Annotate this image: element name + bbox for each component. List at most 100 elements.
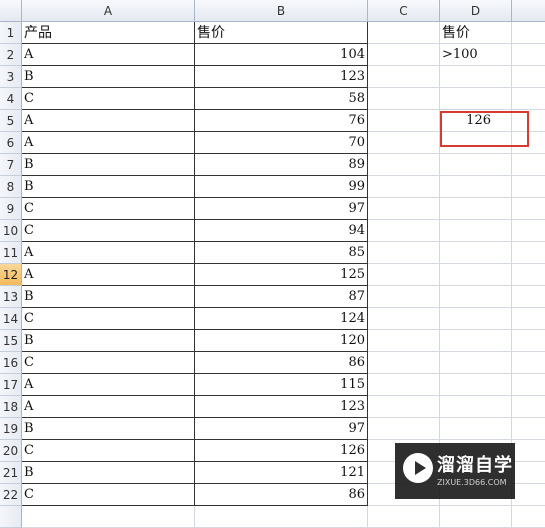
cell-d2-criteria[interactable]: >100 xyxy=(440,44,512,66)
cell-d[interactable] xyxy=(440,66,512,88)
cell-product[interactable]: C xyxy=(22,484,195,506)
row-header[interactable]: 8 xyxy=(0,176,22,198)
cell-price[interactable]: 124 xyxy=(195,308,368,330)
column-header-b[interactable]: B xyxy=(195,0,368,22)
cell-b1-header[interactable]: 售价 xyxy=(195,22,368,44)
cell-b[interactable] xyxy=(195,506,368,528)
row-header[interactable]: 16 xyxy=(0,352,22,374)
cell-product[interactable]: B xyxy=(22,286,195,308)
row-header[interactable]: 20 xyxy=(0,440,22,462)
cell-e[interactable] xyxy=(512,44,545,66)
cell-e[interactable] xyxy=(512,396,545,418)
cell-product[interactable]: C xyxy=(22,88,195,110)
select-all-corner[interactable] xyxy=(0,0,22,22)
cell-a[interactable] xyxy=(22,506,195,528)
cell-price[interactable]: 120 xyxy=(195,330,368,352)
cell-product[interactable]: A xyxy=(22,44,195,66)
cell-price[interactable]: 76 xyxy=(195,110,368,132)
cell-price[interactable]: 104 xyxy=(195,44,368,66)
cell-d[interactable] xyxy=(440,242,512,264)
cell-price[interactable]: 58 xyxy=(195,88,368,110)
cell-product[interactable]: A xyxy=(22,374,195,396)
cell-product[interactable]: A xyxy=(22,110,195,132)
cell-price[interactable]: 126 xyxy=(195,440,368,462)
cell-d[interactable] xyxy=(440,176,512,198)
cell-product[interactable]: B xyxy=(22,66,195,88)
cell-c[interactable] xyxy=(368,242,440,264)
row-header[interactable]: 22 xyxy=(0,484,22,506)
cell-e[interactable] xyxy=(512,462,545,484)
cell-d[interactable] xyxy=(440,352,512,374)
row-header[interactable]: 7 xyxy=(0,154,22,176)
cell-c[interactable] xyxy=(368,308,440,330)
cell-product[interactable]: B xyxy=(22,330,195,352)
cell-price[interactable]: 97 xyxy=(195,198,368,220)
row-header[interactable]: 21 xyxy=(0,462,22,484)
cell-d[interactable] xyxy=(440,418,512,440)
cell-c[interactable] xyxy=(368,286,440,308)
cell-product[interactable]: C xyxy=(22,352,195,374)
cell-e[interactable] xyxy=(512,418,545,440)
cell-d[interactable] xyxy=(440,264,512,286)
cell-product[interactable]: C xyxy=(22,440,195,462)
cell-price[interactable]: 87 xyxy=(195,286,368,308)
row-header[interactable]: 5 xyxy=(0,110,22,132)
cell-product[interactable]: B xyxy=(22,176,195,198)
cell-d[interactable] xyxy=(440,396,512,418)
cell-product[interactable]: C xyxy=(22,220,195,242)
cell-price[interactable]: 121 xyxy=(195,462,368,484)
row-header[interactable]: 18 xyxy=(0,396,22,418)
cell-e[interactable] xyxy=(512,286,545,308)
cell-price[interactable]: 94 xyxy=(195,220,368,242)
cell-c[interactable] xyxy=(368,264,440,286)
row-header[interactable]: 11 xyxy=(0,242,22,264)
cell-e[interactable] xyxy=(512,264,545,286)
cell-price[interactable]: 70 xyxy=(195,132,368,154)
cell-a1-header[interactable]: 产品 xyxy=(22,22,195,44)
cell-e[interactable] xyxy=(512,198,545,220)
cell-c[interactable] xyxy=(368,396,440,418)
cell-e[interactable] xyxy=(512,154,545,176)
row-header[interactable]: 17 xyxy=(0,374,22,396)
cell-product[interactable]: A xyxy=(22,132,195,154)
cell-c[interactable] xyxy=(368,44,440,66)
cell-d[interactable] xyxy=(440,286,512,308)
cell-e[interactable] xyxy=(512,440,545,462)
cell-e[interactable] xyxy=(512,352,545,374)
cell-e[interactable] xyxy=(512,506,545,528)
cell-e[interactable] xyxy=(512,220,545,242)
cell-d[interactable] xyxy=(440,308,512,330)
column-header-a[interactable]: A xyxy=(22,0,195,22)
cell-c[interactable] xyxy=(368,154,440,176)
cell-price[interactable]: 86 xyxy=(195,352,368,374)
cell-e[interactable] xyxy=(512,374,545,396)
row-header[interactable]: 6 xyxy=(0,132,22,154)
cell-e[interactable] xyxy=(512,242,545,264)
cell-c[interactable] xyxy=(368,132,440,154)
column-header-d[interactable]: D xyxy=(440,0,512,22)
cell-product[interactable]: A xyxy=(22,264,195,286)
cell-product[interactable]: C xyxy=(22,308,195,330)
cell-price[interactable]: 125 xyxy=(195,264,368,286)
cell-price[interactable]: 86 xyxy=(195,484,368,506)
cell-e[interactable] xyxy=(512,22,545,44)
cell-d[interactable] xyxy=(440,330,512,352)
cell-c[interactable] xyxy=(368,418,440,440)
cell-e[interactable] xyxy=(512,88,545,110)
cell-price[interactable]: 123 xyxy=(195,396,368,418)
row-header[interactable]: 2 xyxy=(0,44,22,66)
cell-d1-header[interactable]: 售价 xyxy=(440,22,512,44)
cell-c[interactable] xyxy=(368,220,440,242)
cell-c[interactable] xyxy=(368,352,440,374)
cell-product[interactable]: A xyxy=(22,396,195,418)
row-header[interactable] xyxy=(0,506,22,528)
cell-d[interactable] xyxy=(440,506,512,528)
cell-price[interactable]: 115 xyxy=(195,374,368,396)
column-header-e[interactable] xyxy=(512,0,545,22)
cell-price[interactable]: 123 xyxy=(195,66,368,88)
cell-d[interactable] xyxy=(440,154,512,176)
row-header[interactable]: 3 xyxy=(0,66,22,88)
row-header[interactable]: 4 xyxy=(0,88,22,110)
row-header[interactable]: 13 xyxy=(0,286,22,308)
cell-c[interactable] xyxy=(368,330,440,352)
